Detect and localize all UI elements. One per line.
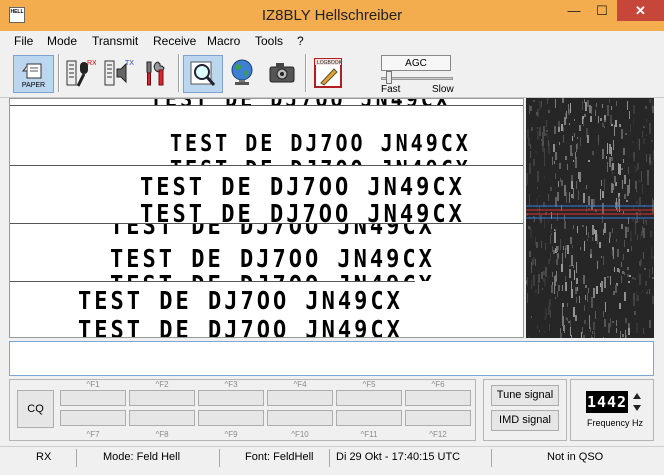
menu-macro[interactable]: Macro (207, 34, 240, 48)
tools-icon (146, 61, 165, 86)
frequency-label: Frequency Hz (586, 418, 644, 428)
cq-button[interactable]: CQ (17, 390, 54, 428)
zoom-icon (190, 61, 216, 86)
logbook-button[interactable]: LOGBOOK (310, 55, 346, 91)
status-rx: RX (36, 451, 52, 463)
rx-line: TEST DE DJ7OO JN49CX (110, 245, 435, 274)
macro-button-f9[interactable] (198, 410, 264, 426)
macro-button-f11[interactable] (336, 410, 402, 426)
macro-button-f3[interactable] (198, 390, 264, 406)
rx-line: TEST DE DJ7OO JN49CX (140, 173, 465, 202)
menu-file[interactable]: File (14, 34, 33, 48)
tx-speaker-icon: TX (104, 60, 134, 86)
macro-key-label: ^F11 (360, 430, 378, 439)
rx-line: TEST DE DJ7OO JN49CX (170, 129, 471, 157)
macro-key-label: ^F9 (224, 430, 238, 439)
macro-key-label: ^F7 (86, 430, 100, 439)
agc-indicator: AGC (381, 55, 451, 71)
receive-paper[interactable]: TEST DE DJ7OO JN49CX TEST DE DJ7OO JN49C… (9, 98, 524, 338)
macro-key-label: ^F1 (86, 380, 100, 389)
tune-signal-button[interactable]: Tune signal (491, 385, 559, 406)
imd-signal-button[interactable]: IMD signal (491, 410, 559, 431)
rx-line-fragment: TEST DE DJ7OO JN49CX (110, 224, 435, 236)
menu-receive[interactable]: Receive (153, 34, 196, 48)
paper-label: PAPER (21, 82, 46, 89)
menu-help[interactable]: ? (297, 34, 304, 48)
menu-transmit[interactable]: Transmit (92, 34, 138, 48)
agc-slider-thumb[interactable] (386, 71, 392, 84)
macro-key-label: ^F8 (155, 430, 169, 439)
status-mode: Mode: Feld Hell (103, 451, 181, 463)
macro-button-f2[interactable] (129, 390, 195, 406)
globe-icon (231, 59, 253, 85)
camera-icon (269, 63, 295, 83)
globe-button[interactable] (224, 55, 260, 91)
macro-key-label: ^F2 (155, 380, 169, 389)
macro-button-f1[interactable] (60, 390, 126, 406)
transmit-microphone-icon: RX (66, 60, 96, 87)
camera-button[interactable] (264, 55, 300, 91)
svg-text:TX: TX (125, 60, 134, 67)
tools-button[interactable] (138, 55, 174, 91)
macro-button-f5[interactable] (336, 390, 402, 406)
macro-key-label: ^F4 (293, 380, 307, 389)
frequency-spinner[interactable] (631, 390, 643, 414)
agc-slow-label: Slow (432, 84, 454, 95)
svg-text:LOGBOOK: LOGBOOK (317, 60, 343, 66)
macro-key-label: ^F12 (429, 430, 447, 439)
tx-button[interactable]: TX (100, 55, 136, 91)
macro-key-label: ^F6 (431, 380, 445, 389)
macro-button-f6[interactable] (405, 390, 471, 406)
agc-fast-label: Fast (381, 84, 401, 95)
macro-key-label: ^F5 (362, 380, 376, 389)
waterfall-spectrum (526, 98, 654, 338)
spin-up-icon (633, 393, 641, 399)
transmit-button[interactable]: RX (62, 55, 98, 91)
macro-key-label: ^F3 (224, 380, 238, 389)
menu-mode[interactable]: Mode (47, 34, 77, 48)
zoom-button[interactable] (183, 55, 223, 93)
macro-key-label: ^F10 (291, 430, 309, 439)
spin-down-icon (633, 405, 641, 411)
rx-line-fragment: TEST DE DJ7OO JN49CX (110, 271, 435, 281)
rx-line: TEST DE DJ7OO JN49CX (78, 287, 403, 316)
status-font: Font: FeldHell (245, 451, 314, 463)
transmit-text-area[interactable] (9, 341, 654, 376)
macro-button-f8[interactable] (129, 410, 195, 426)
logbook-icon: LOGBOOK (314, 58, 343, 88)
menu-tools[interactable]: Tools (255, 34, 283, 48)
paper-button[interactable]: PAPER (13, 55, 54, 93)
rx-line-fragment: TEST DE DJ7OO JN49CX (170, 155, 471, 165)
waterfall-display[interactable] (526, 98, 654, 338)
macro-button-f10[interactable] (267, 410, 333, 426)
macro-button-f4[interactable] (267, 390, 333, 406)
svg-text:RX: RX (87, 60, 96, 67)
frequency-display[interactable]: 1442 (586, 391, 628, 413)
rx-line: TEST DE DJ7OO JN49CX (78, 316, 403, 338)
macro-button-f12[interactable] (405, 410, 471, 426)
macro-button-f7[interactable] (60, 410, 126, 426)
status-datetime: Di 29 Okt - 17:40:15 UTC (336, 451, 461, 463)
close-button[interactable]: ✕ (617, 0, 664, 21)
status-qso: Not in QSO (547, 451, 604, 463)
minimize-button[interactable]: — (560, 0, 588, 21)
maximize-button[interactable]: ☐ (588, 0, 616, 21)
